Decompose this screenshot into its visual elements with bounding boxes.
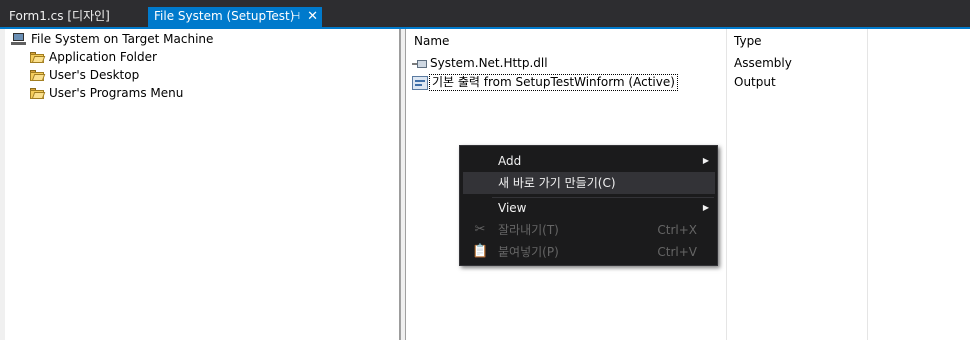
- folder-icon: [29, 50, 46, 64]
- computer-icon: [11, 32, 27, 46]
- column-header-name[interactable]: Name: [408, 29, 726, 53]
- menu-item-label: 새 바로 가기 만들기(C): [498, 176, 616, 190]
- folder-icon: [29, 68, 46, 82]
- column-divider[interactable]: [726, 29, 727, 340]
- tree-item-label: User's Programs Menu: [49, 86, 184, 100]
- menu-item-cut[interactable]: ✂ 잘라내기(T) Ctrl+X: [463, 219, 715, 241]
- list-item-type: Output: [734, 75, 776, 89]
- menu-item-label: 잘라내기(T): [498, 223, 559, 237]
- tree-item-users-programs-menu[interactable]: User's Programs Menu: [29, 84, 183, 102]
- menu-item-label: Add: [498, 154, 522, 168]
- list-item-type-cell: Assembly: [734, 54, 792, 73]
- tree-item-label: Application Folder: [49, 50, 157, 64]
- column-divider[interactable]: [867, 29, 868, 340]
- file-system-tree[interactable]: File System on Target Machine Applicatio…: [5, 29, 400, 340]
- list-item-type: Assembly: [734, 56, 792, 70]
- menu-item-label: 붙여넣기(P): [498, 245, 559, 259]
- column-header-type[interactable]: Type: [728, 29, 868, 53]
- tab-file-system-label: File System (SetupTest): [154, 9, 295, 23]
- menu-item-view[interactable]: View ▶: [463, 197, 715, 219]
- close-icon[interactable]: ✕: [307, 7, 318, 26]
- cut-icon: ✂: [474, 222, 486, 237]
- assembly-icon: [412, 59, 428, 69]
- tree-item-label: User's Desktop: [49, 68, 140, 82]
- document-tab-strip: Form1.cs [디자인] File System (SetupTest) ⊣…: [0, 0, 970, 27]
- submenu-arrow-icon: ▶: [702, 156, 709, 165]
- menu-item-shortcut: Ctrl+V: [657, 245, 697, 259]
- list-item-name: System.Net.Http.dll: [430, 56, 548, 70]
- menu-item-add[interactable]: Add ▶: [463, 150, 715, 172]
- menu-item-shortcut: Ctrl+X: [657, 223, 697, 237]
- context-menu: Add ▶ 새 바로 가기 만들기(C) View ▶ ✂ 잘라내기(T) Ct…: [459, 145, 718, 266]
- menu-item-paste[interactable]: 📋 붙여넣기(P) Ctrl+V: [463, 241, 715, 263]
- list-item-type-cell: Output: [734, 73, 776, 92]
- tab-form1-designer-label: Form1.cs [디자인]: [9, 9, 110, 23]
- list-item-primary-output[interactable]: 기본 출력 from SetupTestWinform (Active): [412, 73, 678, 92]
- tree-item-application-folder[interactable]: Application Folder: [29, 48, 157, 66]
- submenu-arrow-icon: ▶: [702, 203, 709, 212]
- tab-file-system[interactable]: File System (SetupTest) ⊣ ✕: [148, 7, 322, 27]
- list-item-name: 기본 출력 from SetupTestWinform (Active): [429, 74, 678, 91]
- tree-item-users-desktop[interactable]: User's Desktop: [29, 66, 139, 84]
- output-icon: [412, 75, 428, 90]
- tree-root-item[interactable]: File System on Target Machine: [11, 30, 213, 48]
- paste-icon: 📋: [472, 244, 489, 259]
- tab-form1-designer[interactable]: Form1.cs [디자인]: [0, 7, 148, 27]
- list-item-system-net-http[interactable]: System.Net.Http.dll: [412, 54, 548, 73]
- menu-item-label: View: [498, 201, 527, 215]
- pin-icon[interactable]: ⊣: [291, 7, 300, 26]
- tree-root-label: File System on Target Machine: [31, 32, 214, 46]
- menu-item-create-shortcut[interactable]: 새 바로 가기 만들기(C): [463, 172, 715, 194]
- folder-icon: [29, 86, 46, 100]
